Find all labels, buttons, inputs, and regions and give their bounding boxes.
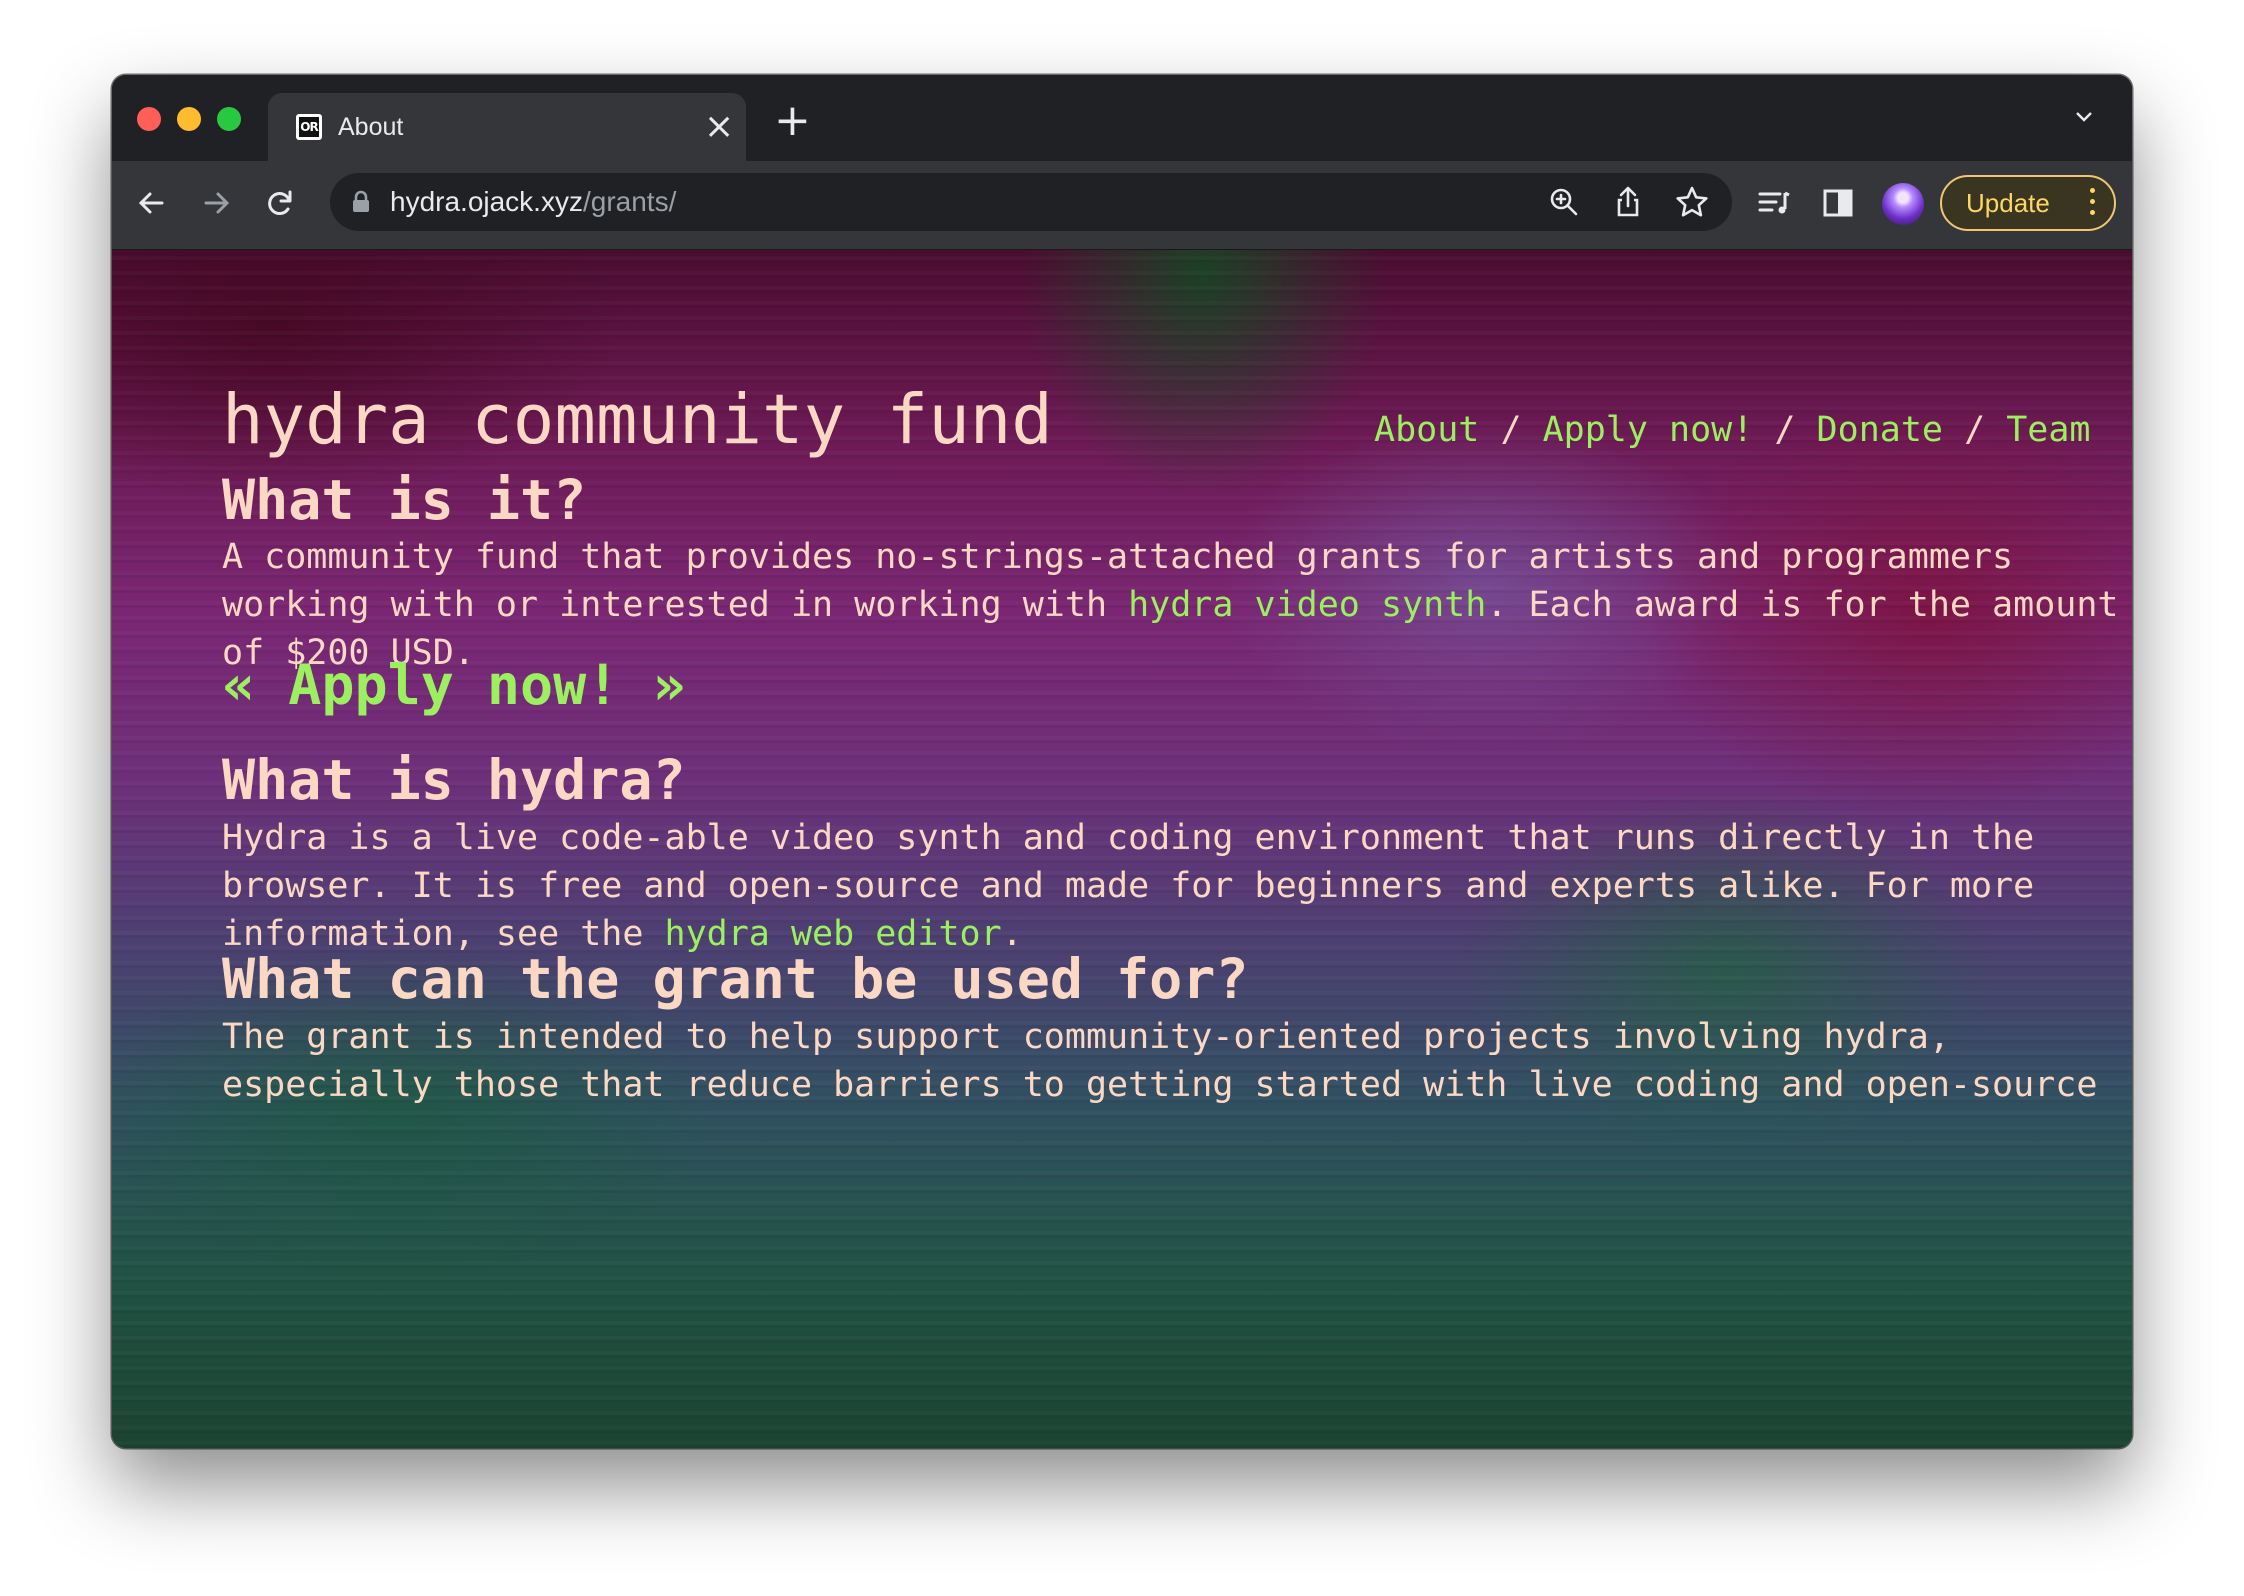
new-tab-icon[interactable]: + bbox=[774, 99, 811, 143]
address-bar[interactable]: hydra.ojack.xyz/grants/ bbox=[330, 173, 1732, 231]
apply-now-link[interactable]: « Apply now! » bbox=[222, 653, 686, 717]
tab-title: About bbox=[338, 113, 404, 141]
tab-about[interactable]: OR About × bbox=[268, 93, 746, 161]
forward-icon[interactable] bbox=[194, 181, 238, 225]
update-button[interactable]: Update bbox=[1940, 175, 2116, 231]
paragraph-what-is-hydra: Hydra is a live code-able video synth an… bbox=[222, 818, 2035, 954]
window-minimize-button[interactable] bbox=[177, 107, 201, 131]
tab-dropdown-icon[interactable] bbox=[2074, 107, 2094, 127]
nav-apply[interactable]: Apply now! bbox=[1543, 410, 1754, 450]
url-text: hydra.ojack.xyz/grants/ bbox=[390, 186, 677, 217]
heading-what-is-hydra: What is hydra? bbox=[222, 748, 686, 812]
browser-window: OR About × + hydra.ojack.xyz/grants/ Upd… bbox=[112, 75, 2132, 1448]
site-nav: About / Apply now! / Donate / Team bbox=[1374, 410, 2091, 450]
nav-separator: / bbox=[1964, 410, 1986, 450]
reload-icon[interactable] bbox=[258, 181, 302, 225]
heading-grant-use: What can the grant be used for? bbox=[222, 947, 1249, 1011]
tab-close-icon[interactable]: × bbox=[704, 107, 734, 147]
tab-strip: OR About × + bbox=[112, 75, 2132, 161]
share-icon[interactable] bbox=[1606, 180, 1650, 224]
window-close-button[interactable] bbox=[137, 107, 161, 131]
heading-what-is-it: What is it? bbox=[222, 468, 587, 532]
browser-toolbar: hydra.ojack.xyz/grants/ Update bbox=[112, 161, 2132, 250]
menu-icon[interactable] bbox=[2090, 188, 2096, 218]
link-hydra-video-synth[interactable]: hydra video synth bbox=[1128, 585, 1486, 625]
nav-separator: / bbox=[1774, 410, 1796, 450]
nav-about[interactable]: About bbox=[1374, 410, 1479, 450]
site-title: hydra community fund bbox=[222, 380, 1053, 460]
back-icon[interactable] bbox=[130, 181, 174, 225]
nav-separator: / bbox=[1500, 410, 1522, 450]
reading-list-icon[interactable] bbox=[1752, 181, 1796, 225]
paragraph-grant-use: The grant is intended to help support co… bbox=[222, 1017, 2098, 1105]
nav-team[interactable]: Team bbox=[2006, 410, 2090, 450]
lock-icon[interactable] bbox=[350, 189, 372, 215]
favicon-icon: OR bbox=[296, 114, 322, 140]
side-panel-icon[interactable] bbox=[1816, 181, 1860, 225]
nav-donate[interactable]: Donate bbox=[1817, 410, 1943, 450]
page-viewport: hydra community fund About / Apply now! … bbox=[112, 250, 2132, 1448]
star-icon[interactable] bbox=[1670, 180, 1714, 224]
zoom-icon[interactable] bbox=[1542, 180, 1586, 224]
profile-avatar[interactable] bbox=[1882, 183, 1924, 225]
window-maximize-button[interactable] bbox=[217, 107, 241, 131]
